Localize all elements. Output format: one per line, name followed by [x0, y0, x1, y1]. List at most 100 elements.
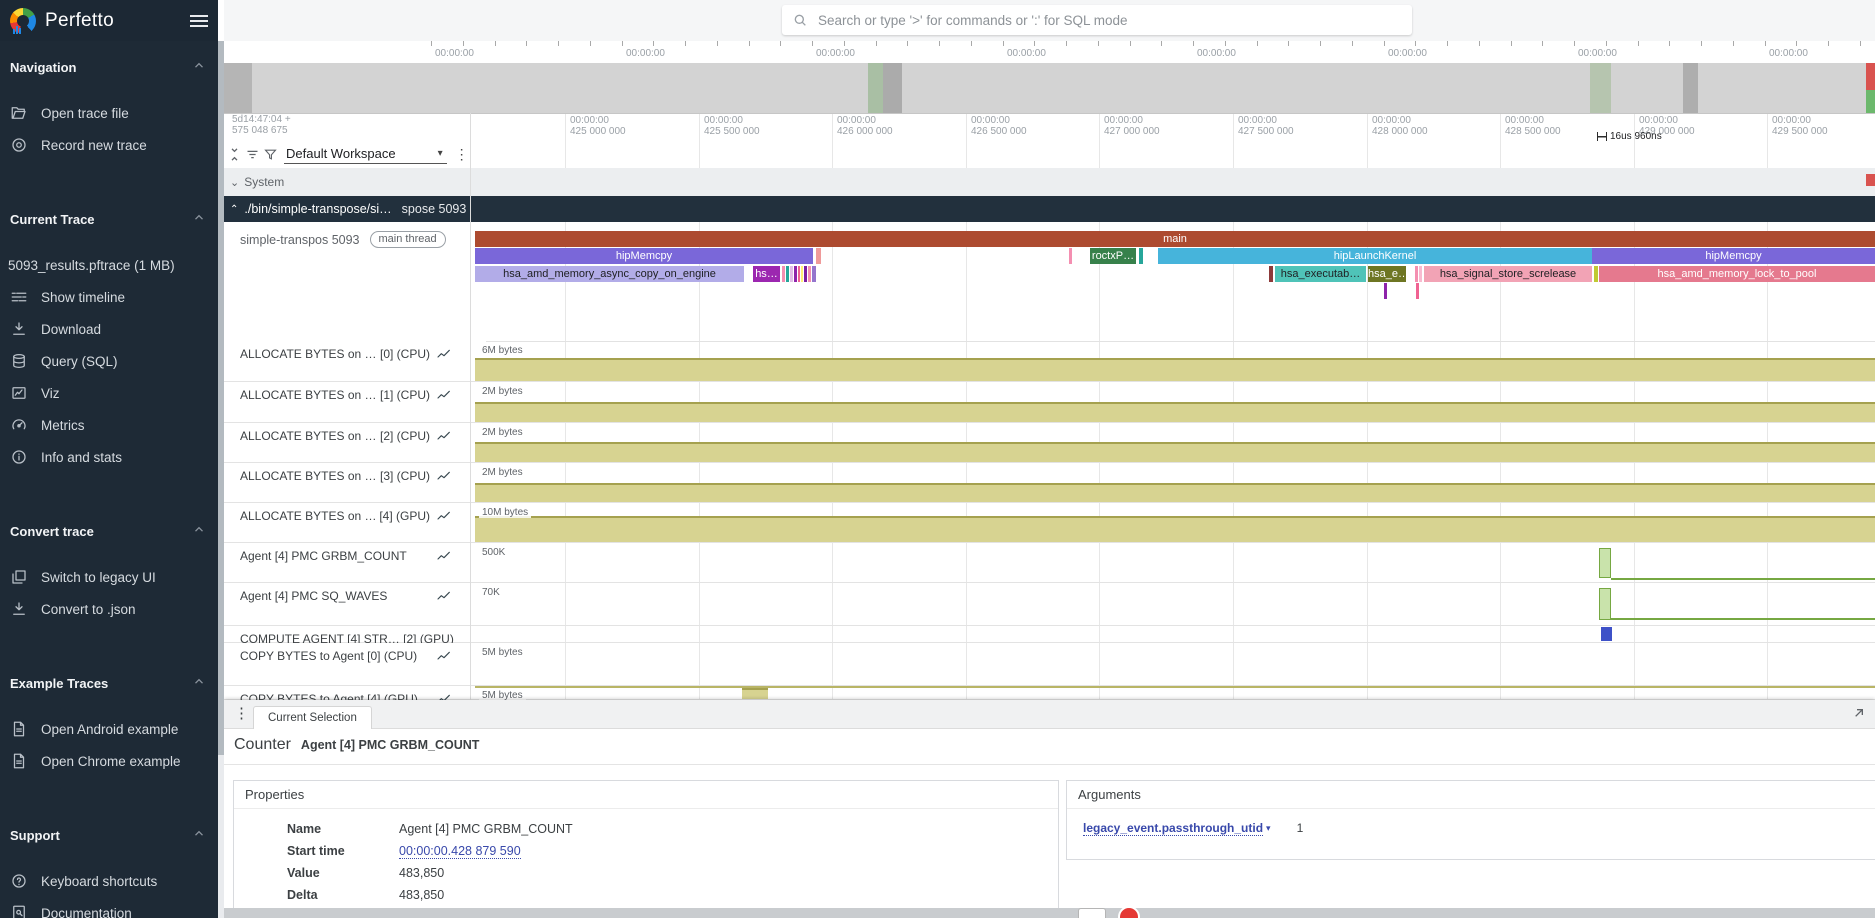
slice-hsa-amd-memory-async-copy-on-engine[interactable]: hsa_amd_memory_async_copy_on_engine — [475, 266, 744, 282]
minimap[interactable] — [224, 63, 1875, 114]
sidebar-section-header[interactable]: Support — [0, 827, 218, 843]
slice-sliver[interactable] — [1069, 248, 1072, 264]
track-name-0CPU[interactable]: ALLOCATE BYTES on …[0] (CPU) — [224, 341, 486, 381]
sidebar-item-documentation[interactable]: Documentation — [0, 897, 218, 918]
track-name-Agent-4-PMC-SQ-WAVES[interactable]: Agent [4] PMC SQ_WAVES — [224, 583, 486, 625]
slice-sliver[interactable] — [1139, 248, 1143, 264]
timeline-icon — [10, 288, 28, 306]
sidebar-item-viz[interactable]: Viz — [0, 377, 218, 409]
collapse-tracks-icon[interactable] — [227, 147, 242, 162]
slice-hsa-e-[interactable]: hsa_e… — [1368, 266, 1406, 282]
slice-roctxP-[interactable]: roctxP… — [1090, 248, 1136, 264]
search-input[interactable] — [816, 12, 1402, 29]
slice-hipMemcpy[interactable]: hipMemcpy — [475, 248, 813, 264]
sidebar-item-5093-results-pftrace-1-mb[interactable]: 5093_results.pftrace (1 MB) — [0, 249, 218, 281]
overview-tick — [1860, 41, 1861, 46]
sidebar-item-convert-to-json[interactable]: Convert to .json — [0, 593, 218, 625]
sidebar-section-header[interactable]: Convert trace — [0, 523, 218, 539]
track-row[interactable]: ALLOCATE BYTES on …[3] (CPU)2M bytes — [224, 463, 1875, 503]
gpu-stream-slice[interactable] — [1601, 627, 1612, 641]
track-row[interactable]: COPY BYTES to Agent [0] (CPU)5M bytes — [224, 643, 1875, 686]
slice-sliver[interactable] — [804, 266, 807, 282]
search-box[interactable] — [782, 5, 1412, 35]
track-name-2CPU[interactable]: ALLOCATE BYTES on …[2] (CPU) — [224, 423, 486, 462]
sidebar-section-header[interactable]: Navigation — [0, 59, 218, 75]
track-row[interactable]: Agent [4] PMC SQ_WAVES70K — [224, 583, 1875, 626]
slice-hsa-amd-memory-lock-to-pool[interactable]: hsa_amd_memory_lock_to_pool — [1599, 266, 1875, 282]
track-row[interactable]: ALLOCATE BYTES on …[4] (GPU)10M bytes — [224, 503, 1875, 543]
chevron-up-icon — [192, 211, 206, 225]
slice-hs-[interactable]: hs… — [753, 266, 780, 282]
sidebar-item-open-trace-file[interactable]: Open trace file — [0, 97, 218, 129]
sidebar-item-switch-to-legacy-ui[interactable]: Switch to legacy UI — [0, 561, 218, 593]
slice-sliver[interactable] — [798, 266, 800, 282]
slice-sliver[interactable] — [794, 266, 797, 282]
workspace-select[interactable]: Default Workspace ▾ — [284, 144, 447, 164]
record-dot-icon — [1118, 906, 1140, 918]
argument-key-link[interactable]: legacy_event.passthrough_utid — [1083, 821, 1263, 836]
ruler-offset: 426 500 000 — [971, 126, 1027, 137]
sidebar-scrollbar[interactable] — [218, 41, 224, 918]
slice-sliver[interactable] — [801, 266, 803, 282]
slice-sliver[interactable] — [790, 266, 793, 282]
chevron-down-icon[interactable]: ▾ — [1266, 823, 1271, 834]
track-name-1CPU[interactable]: ALLOCATE BYTES on …[1] (CPU) — [224, 382, 486, 422]
track-name-Agent-4-PMC-GRBM-COUNT[interactable]: Agent [4] PMC GRBM_COUNT — [224, 543, 486, 582]
track-name-COMPUTE-AGENT-4-STR-2-GP[interactable]: COMPUTE AGENT [4] STR… [2] (GPU) — [224, 626, 486, 642]
drag-handle-icon[interactable]: ⋮ — [234, 704, 249, 722]
sidebar-item-open-chrome-example[interactable]: Open Chrome example — [0, 745, 218, 777]
slice-sliver[interactable] — [782, 266, 785, 282]
slice-hipMemcpy[interactable]: hipMemcpy — [1592, 248, 1875, 264]
sidebar-item-metrics[interactable]: Metrics — [0, 409, 218, 441]
workspace-kebab-icon[interactable]: ⋮ — [455, 146, 469, 163]
slice-sliver[interactable] — [1419, 266, 1422, 282]
track-name-COPY-BYTES-to-Agent-4-GP[interactable]: COPY BYTES to Agent [4] (GPU) — [224, 686, 486, 699]
sidebar-item-query-sql[interactable]: Query (SQL) — [0, 345, 218, 377]
track-row[interactable]: COPY BYTES to Agent [4] (GPU)5M bytes — [224, 686, 1875, 700]
panel-expand-icon[interactable] — [1851, 705, 1867, 721]
overview-tick — [1542, 41, 1543, 46]
sidebar-item-record-new-trace[interactable]: Record new trace — [0, 129, 218, 161]
slice-sliver[interactable] — [816, 248, 821, 264]
slice-sliver[interactable] — [786, 266, 789, 282]
track-row[interactable]: Agent [4] PMC GRBM_COUNT500K — [224, 543, 1875, 583]
slice-sliver[interactable] — [1594, 266, 1598, 282]
sidebar-item-info-and-stats[interactable]: Info and stats — [0, 441, 218, 473]
slice-hsa-signal-store-screlease[interactable]: hsa_signal_store_screlease — [1424, 266, 1592, 282]
slice-sliver[interactable] — [1384, 283, 1387, 299]
slice-sliver[interactable] — [1415, 266, 1418, 282]
sidebar-section-header[interactable]: Current Trace — [0, 211, 218, 227]
minimap-band — [883, 63, 902, 113]
counter-spike[interactable] — [1599, 588, 1611, 620]
slice-main[interactable]: main — [475, 231, 1875, 247]
track-row[interactable]: ALLOCATE BYTES on …[2] (CPU)2M bytes — [224, 423, 1875, 463]
sidebar-item-show-timeline[interactable]: Show timeline — [0, 281, 218, 313]
menu-icon[interactable] — [190, 12, 208, 30]
slice-sliver[interactable] — [1416, 283, 1419, 299]
track-row[interactable]: ALLOCATE BYTES on …[0] (CPU)6M bytes — [224, 341, 1875, 382]
track-name-COPY-BYTES-to-Agent-0-CP[interactable]: COPY BYTES to Agent [0] (CPU) — [224, 643, 486, 685]
overview-tick — [431, 41, 432, 46]
slice-hipLaunchKernel[interactable]: hipLaunchKernel — [1158, 248, 1592, 264]
track-name-3CPU[interactable]: ALLOCATE BYTES on …[3] (CPU) — [224, 463, 486, 502]
track-row[interactable]: ALLOCATE BYTES on …[1] (CPU)2M bytes — [224, 382, 1875, 423]
slice-sliver[interactable] — [812, 266, 816, 282]
track-name-4GPU[interactable]: ALLOCATE BYTES on …[4] (GPU) — [224, 503, 486, 542]
filter-list-icon[interactable] — [245, 147, 260, 162]
sidebar-section-header[interactable]: Example Traces — [0, 675, 218, 691]
overview-tick — [1098, 41, 1099, 46]
slice-sliver[interactable] — [1269, 266, 1273, 282]
group-row-system[interactable]: ⌄ System — [224, 168, 1875, 197]
funnel-icon[interactable] — [263, 147, 278, 162]
tab-current-selection[interactable]: Current Selection — [253, 706, 372, 729]
counter-area-fill — [475, 483, 1875, 502]
sidebar-item-open-android-example[interactable]: Open Android example — [0, 713, 218, 745]
property-value-link[interactable]: 00:00:00.428 879 590 — [399, 844, 521, 859]
sidebar-item-keyboard-shortcuts[interactable]: Keyboard shortcuts — [0, 865, 218, 897]
counter-spike[interactable] — [1599, 548, 1611, 578]
slice-sliver[interactable] — [808, 266, 811, 282]
track-row[interactable]: COMPUTE AGENT [4] STR… [2] (GPU) — [224, 626, 1875, 643]
sidebar-item-download[interactable]: Download — [0, 313, 218, 345]
group-row-process[interactable]: ⌃ ./bin/simple-transpose/si… spose 5093 — [224, 196, 1875, 222]
slice-hsa-executab-[interactable]: hsa_executab… — [1275, 266, 1366, 282]
